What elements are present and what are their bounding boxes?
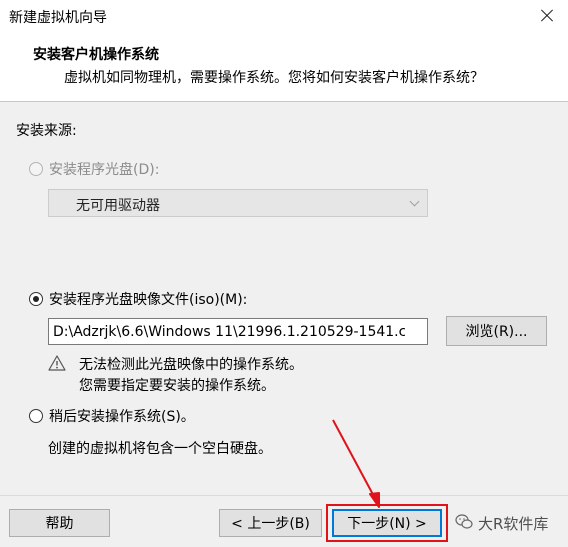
iso-option-label: 安装程序光盘映像文件(iso)(M):: [49, 292, 248, 308]
install-later-label: 稍后安装操作系统(S)。: [49, 409, 195, 425]
warning-icon: [48, 355, 66, 371]
iso-path-value: D:\Adzrjk\6.6\Windows 11\21996.1.210529-…: [53, 324, 405, 340]
disc-radio[interactable]: [29, 162, 43, 176]
warning-line-2: 您需要指定要安装的操作系统。: [79, 378, 275, 394]
install-source-label: 安装来源:: [16, 123, 77, 139]
annotation-highlight-box: [326, 504, 448, 542]
wizard-header: 安装客户机操作系统 虚拟机如同物理机，需要操作系统。您将如何安装客户机操作系统？: [0, 32, 568, 102]
iso-path-input[interactable]: D:\Adzrjk\6.6\Windows 11\21996.1.210529-…: [48, 318, 470, 345]
iso-radio[interactable]: [29, 292, 43, 306]
warning-line-1: 无法检测此光盘映像中的操作系统。: [79, 357, 303, 373]
help-button[interactable]: 帮助: [9, 509, 110, 537]
window-title: 新建虚拟机向导: [9, 10, 107, 26]
watermark-text: 大R软件库: [478, 515, 549, 533]
close-icon[interactable]: [530, 0, 564, 32]
page-title: 安装客户机操作系统: [33, 47, 159, 63]
footer-divider: [0, 495, 568, 496]
install-later-radio[interactable]: [29, 409, 43, 423]
page-subtitle: 虚拟机如同物理机，需要操作系统。您将如何安装客户机操作系统？: [64, 70, 484, 86]
chevron-down-icon: [409, 196, 420, 207]
install-later-desc: 创建的虚拟机将包含一个空白硬盘。: [48, 441, 272, 457]
title-bar: 新建虚拟机向导: [0, 0, 568, 32]
back-button[interactable]: < 上一步(B): [219, 509, 322, 537]
disc-drive-value: 无可用驱动器: [76, 198, 160, 214]
disc-option-label: 安装程序光盘(D):: [49, 162, 160, 178]
browse-button[interactable]: 浏览(R)...: [446, 316, 547, 346]
disc-drive-select[interactable]: 无可用驱动器: [48, 189, 428, 217]
wechat-icon: [455, 514, 473, 529]
